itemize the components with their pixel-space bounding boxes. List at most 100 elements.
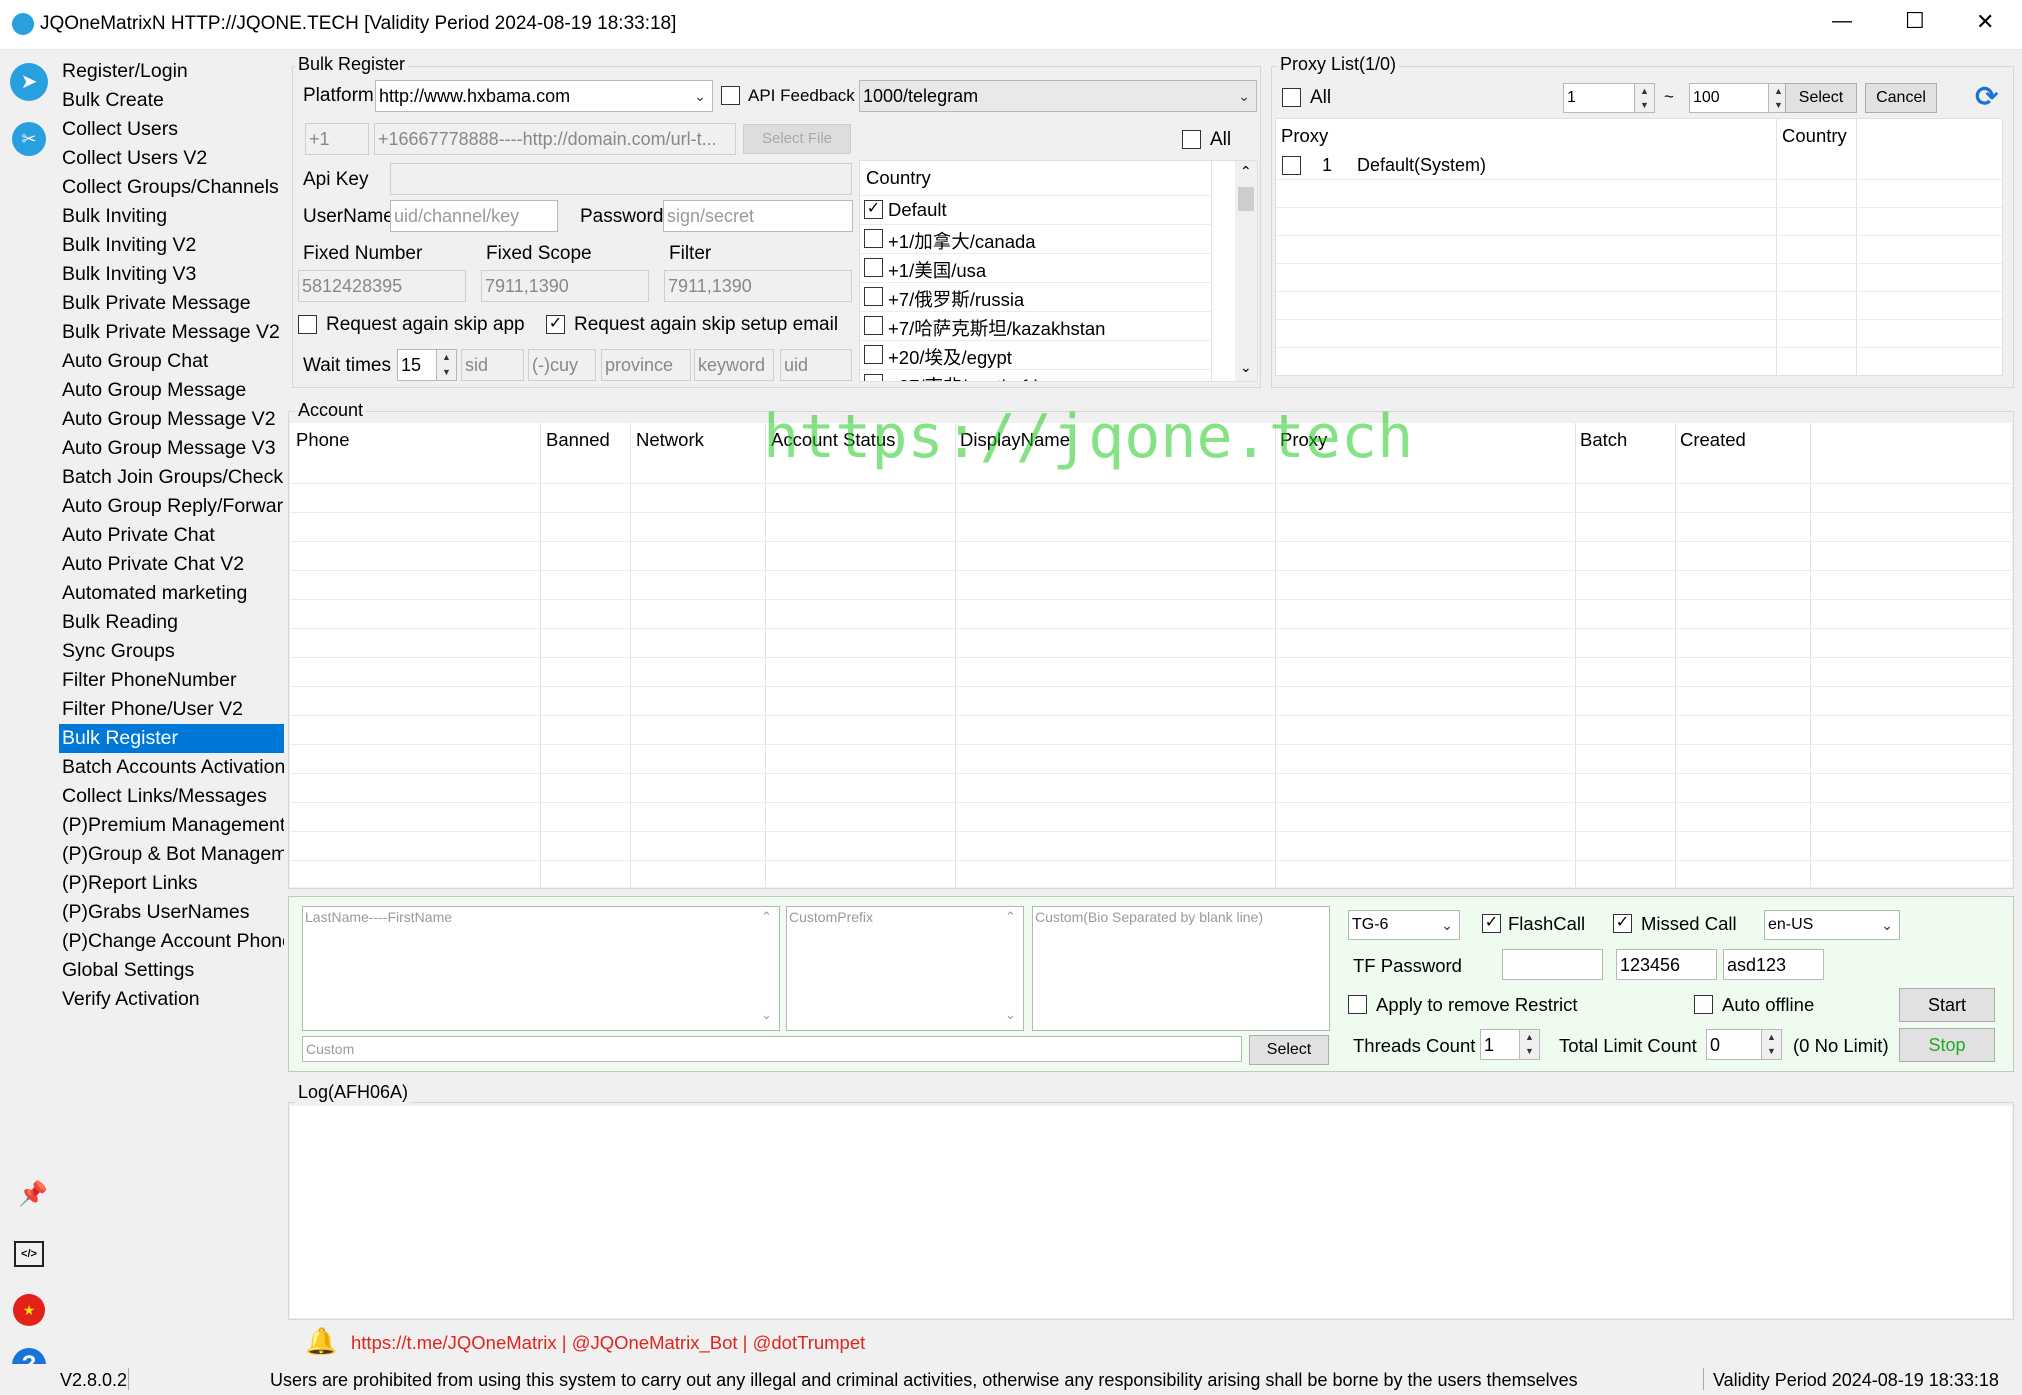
sidebar-item-auto-group-reply-forward[interactable]: Auto Group Reply/Forward <box>59 492 284 521</box>
sidebar-item-bulk-private-message-v2[interactable]: Bulk Private Message V2 <box>59 318 284 347</box>
account-col-batch[interactable]: Batch <box>1580 429 1627 451</box>
log-textarea[interactable] <box>290 1106 2012 1318</box>
maximize-button[interactable]: ☐ <box>1905 8 1925 34</box>
fixed-scope-input[interactable]: 7911,1390 <box>481 270 649 302</box>
country-item[interactable]: ✓ Default <box>860 195 1212 224</box>
platform-select[interactable]: http://www.hxbama.com ⌄ <box>375 80 713 112</box>
sidebar-item-batch-join-groups-check[interactable]: Batch Join Groups/Check <box>59 463 284 492</box>
country-item[interactable]: +7/哈萨克斯坦/kazakhstan <box>860 311 1212 340</box>
custom-input[interactable]: Custom <box>302 1036 1242 1062</box>
url-input[interactable]: +16667778888----http://domain.com/url-t.… <box>374 123 736 155</box>
country-item[interactable]: +7/俄罗斯/russia <box>860 282 1212 311</box>
api-feedback-checkbox[interactable] <box>721 86 740 105</box>
sidebar-item-bulk-inviting-v3[interactable]: Bulk Inviting V3 <box>59 260 284 289</box>
telegram-icon[interactable]: ➤ <box>10 63 48 101</box>
china-flag-icon[interactable]: ★ <box>13 1294 45 1326</box>
proxy-row[interactable]: 1 Default(System) <box>1276 152 2002 180</box>
sidebar-item-auto-private-chat-v2[interactable]: Auto Private Chat V2 <box>59 550 284 579</box>
sidebar-item-batch-accounts-activation[interactable]: Batch Accounts Activation <box>59 753 284 782</box>
stepper-arrows-icon[interactable]: ▲ ▼ <box>436 350 456 380</box>
stepper-arrows-icon[interactable]: ▲ ▼ <box>1761 1030 1781 1059</box>
bio-textarea[interactable]: Custom(Bio Separated by blank line) <box>1032 906 1330 1031</box>
country-item[interactable]: +1/美国/usa <box>860 253 1212 282</box>
skip-app-checkbox[interactable] <box>298 315 317 334</box>
country-item[interactable]: +27/南非/southafrica <box>860 369 1212 381</box>
sidebar-item-bulk-create[interactable]: Bulk Create <box>59 86 284 115</box>
country-item[interactable]: +1/加拿大/canada <box>860 224 1212 253</box>
refresh-icon[interactable]: ⟳ <box>1975 80 1998 113</box>
prefix-textarea[interactable]: CustomPrefix ⌃ ⌄ <box>786 906 1024 1031</box>
sidebar-item-auto-group-chat[interactable]: Auto Group Chat <box>59 347 284 376</box>
sidebar-item-automated-marketing[interactable]: Automated marketing <box>59 579 284 608</box>
country-item-checkbox[interactable] <box>864 374 883 381</box>
stepper-arrows-icon[interactable]: ▲ ▼ <box>1519 1030 1539 1059</box>
country-item-checkbox[interactable] <box>864 258 883 277</box>
password-input[interactable]: sign/secret <box>663 200 853 232</box>
sidebar-item-global-settings[interactable]: Global Settings <box>59 956 284 985</box>
sidebar-item-filter-phonenumber[interactable]: Filter PhoneNumber <box>59 666 284 695</box>
sidebar-item-register-login[interactable]: Register/Login <box>59 57 284 86</box>
sidebar-item-p-report-links[interactable]: (P)Report Links <box>59 869 284 898</box>
sidebar-item-auto-group-message-v3[interactable]: Auto Group Message V3 <box>59 434 284 463</box>
account-col-network[interactable]: Network <box>636 429 704 451</box>
fixed-number-input[interactable]: 5812428395 <box>298 270 466 302</box>
tools-icon[interactable]: ✂ <box>12 122 46 156</box>
sidebar-item-collect-users[interactable]: Collect Users <box>59 115 284 144</box>
account-col-banned[interactable]: Banned <box>546 429 610 451</box>
account-col-phone[interactable]: Phone <box>296 429 350 451</box>
service-select[interactable]: 1000/telegram ⌄ <box>859 80 1257 112</box>
lastname-textarea[interactable]: LastName----FirstName ⌃ ⌄ <box>302 906 780 1031</box>
wait-times-stepper[interactable]: 15 ▲ ▼ <box>397 349 457 381</box>
sidebar-item-auto-group-message-v2[interactable]: Auto Group Message V2 <box>59 405 284 434</box>
sidebar-item-auto-private-chat[interactable]: Auto Private Chat <box>59 521 284 550</box>
sidebar-item-bulk-reading[interactable]: Bulk Reading <box>59 608 284 637</box>
country-item-checkbox[interactable] <box>864 287 883 306</box>
country-scrollbar[interactable]: ⌃ ⌄ <box>1235 161 1257 381</box>
bell-icon[interactable]: 🔔 <box>305 1326 337 1357</box>
auto-offline-checkbox[interactable] <box>1694 995 1713 1014</box>
account-col-created[interactable]: Created <box>1680 429 1746 451</box>
total-limit-stepper[interactable]: 0 ▲ ▼ <box>1706 1029 1782 1060</box>
province-input[interactable]: province <box>601 349 691 381</box>
sidebar-item-filter-phone-user-v2[interactable]: Filter Phone/User V2 <box>59 695 284 724</box>
code-icon[interactable]: </> <box>14 1241 44 1267</box>
sidebar-item-collect-groups-channels[interactable]: Collect Groups/Channels <box>59 173 284 202</box>
pin-icon[interactable]: 📌 <box>18 1182 48 1208</box>
sidebar-item-p-group-bot-management[interactable]: (P)Group & Bot Management <box>59 840 284 869</box>
proxy-row-checkbox[interactable] <box>1282 156 1301 175</box>
scroll-down-icon[interactable]: ⌄ <box>1240 359 1252 376</box>
country-item-checkbox[interactable] <box>864 345 883 364</box>
restrict-checkbox[interactable] <box>1348 995 1367 1014</box>
scroll-thumb[interactable] <box>1238 187 1254 211</box>
sidebar-item-p-grabs-usernames[interactable]: (P)Grabs UserNames <box>59 898 284 927</box>
custom-select-button[interactable]: Select <box>1249 1035 1329 1065</box>
start-button[interactable]: Start <box>1899 988 1995 1022</box>
sidebar-item-bulk-inviting[interactable]: Bulk Inviting <box>59 202 284 231</box>
close-button[interactable]: ✕ <box>1976 9 1994 35</box>
keyword-input[interactable]: keyword <box>694 349 774 381</box>
prefix-input[interactable]: +1 <box>305 123 369 155</box>
apikey-input[interactable] <box>390 163 852 195</box>
sidebar-item-collect-links-messages[interactable]: Collect Links/Messages <box>59 782 284 811</box>
country-item-checkbox[interactable] <box>864 229 883 248</box>
uid-input[interactable]: uid <box>780 349 852 381</box>
sidebar-item-p-premium-management[interactable]: (P)Premium Management <box>59 811 284 840</box>
tg-select[interactable]: TG-6 ⌄ <box>1348 910 1460 940</box>
username-input[interactable]: uid/channel/key <box>390 200 558 232</box>
tf-password-input-2[interactable]: 123456 <box>1616 949 1717 980</box>
country-all-checkbox[interactable] <box>1182 130 1201 149</box>
threads-stepper[interactable]: 1 ▲ ▼ <box>1480 1029 1540 1060</box>
country-item-checkbox[interactable]: ✓ <box>864 200 883 219</box>
missedcall-checkbox[interactable]: ✓ <box>1613 914 1632 933</box>
tf-password-input-1[interactable] <box>1502 949 1603 980</box>
sidebar-item-bulk-register[interactable]: Bulk Register <box>59 724 284 753</box>
proxy-cancel-button[interactable]: Cancel <box>1865 83 1937 113</box>
country-item-checkbox[interactable] <box>864 316 883 335</box>
sidebar-item-sync-groups[interactable]: Sync Groups <box>59 637 284 666</box>
stop-button[interactable]: Stop <box>1899 1028 1995 1062</box>
proxy-select-button[interactable]: Select <box>1785 83 1857 113</box>
sidebar-item-auto-group-message[interactable]: Auto Group Message <box>59 376 284 405</box>
skip-email-checkbox[interactable]: ✓ <box>546 315 565 334</box>
proxy-to-stepper[interactable]: 100 ▲ ▼ <box>1689 83 1789 113</box>
tf-password-input-3[interactable]: asd123 <box>1723 949 1824 980</box>
